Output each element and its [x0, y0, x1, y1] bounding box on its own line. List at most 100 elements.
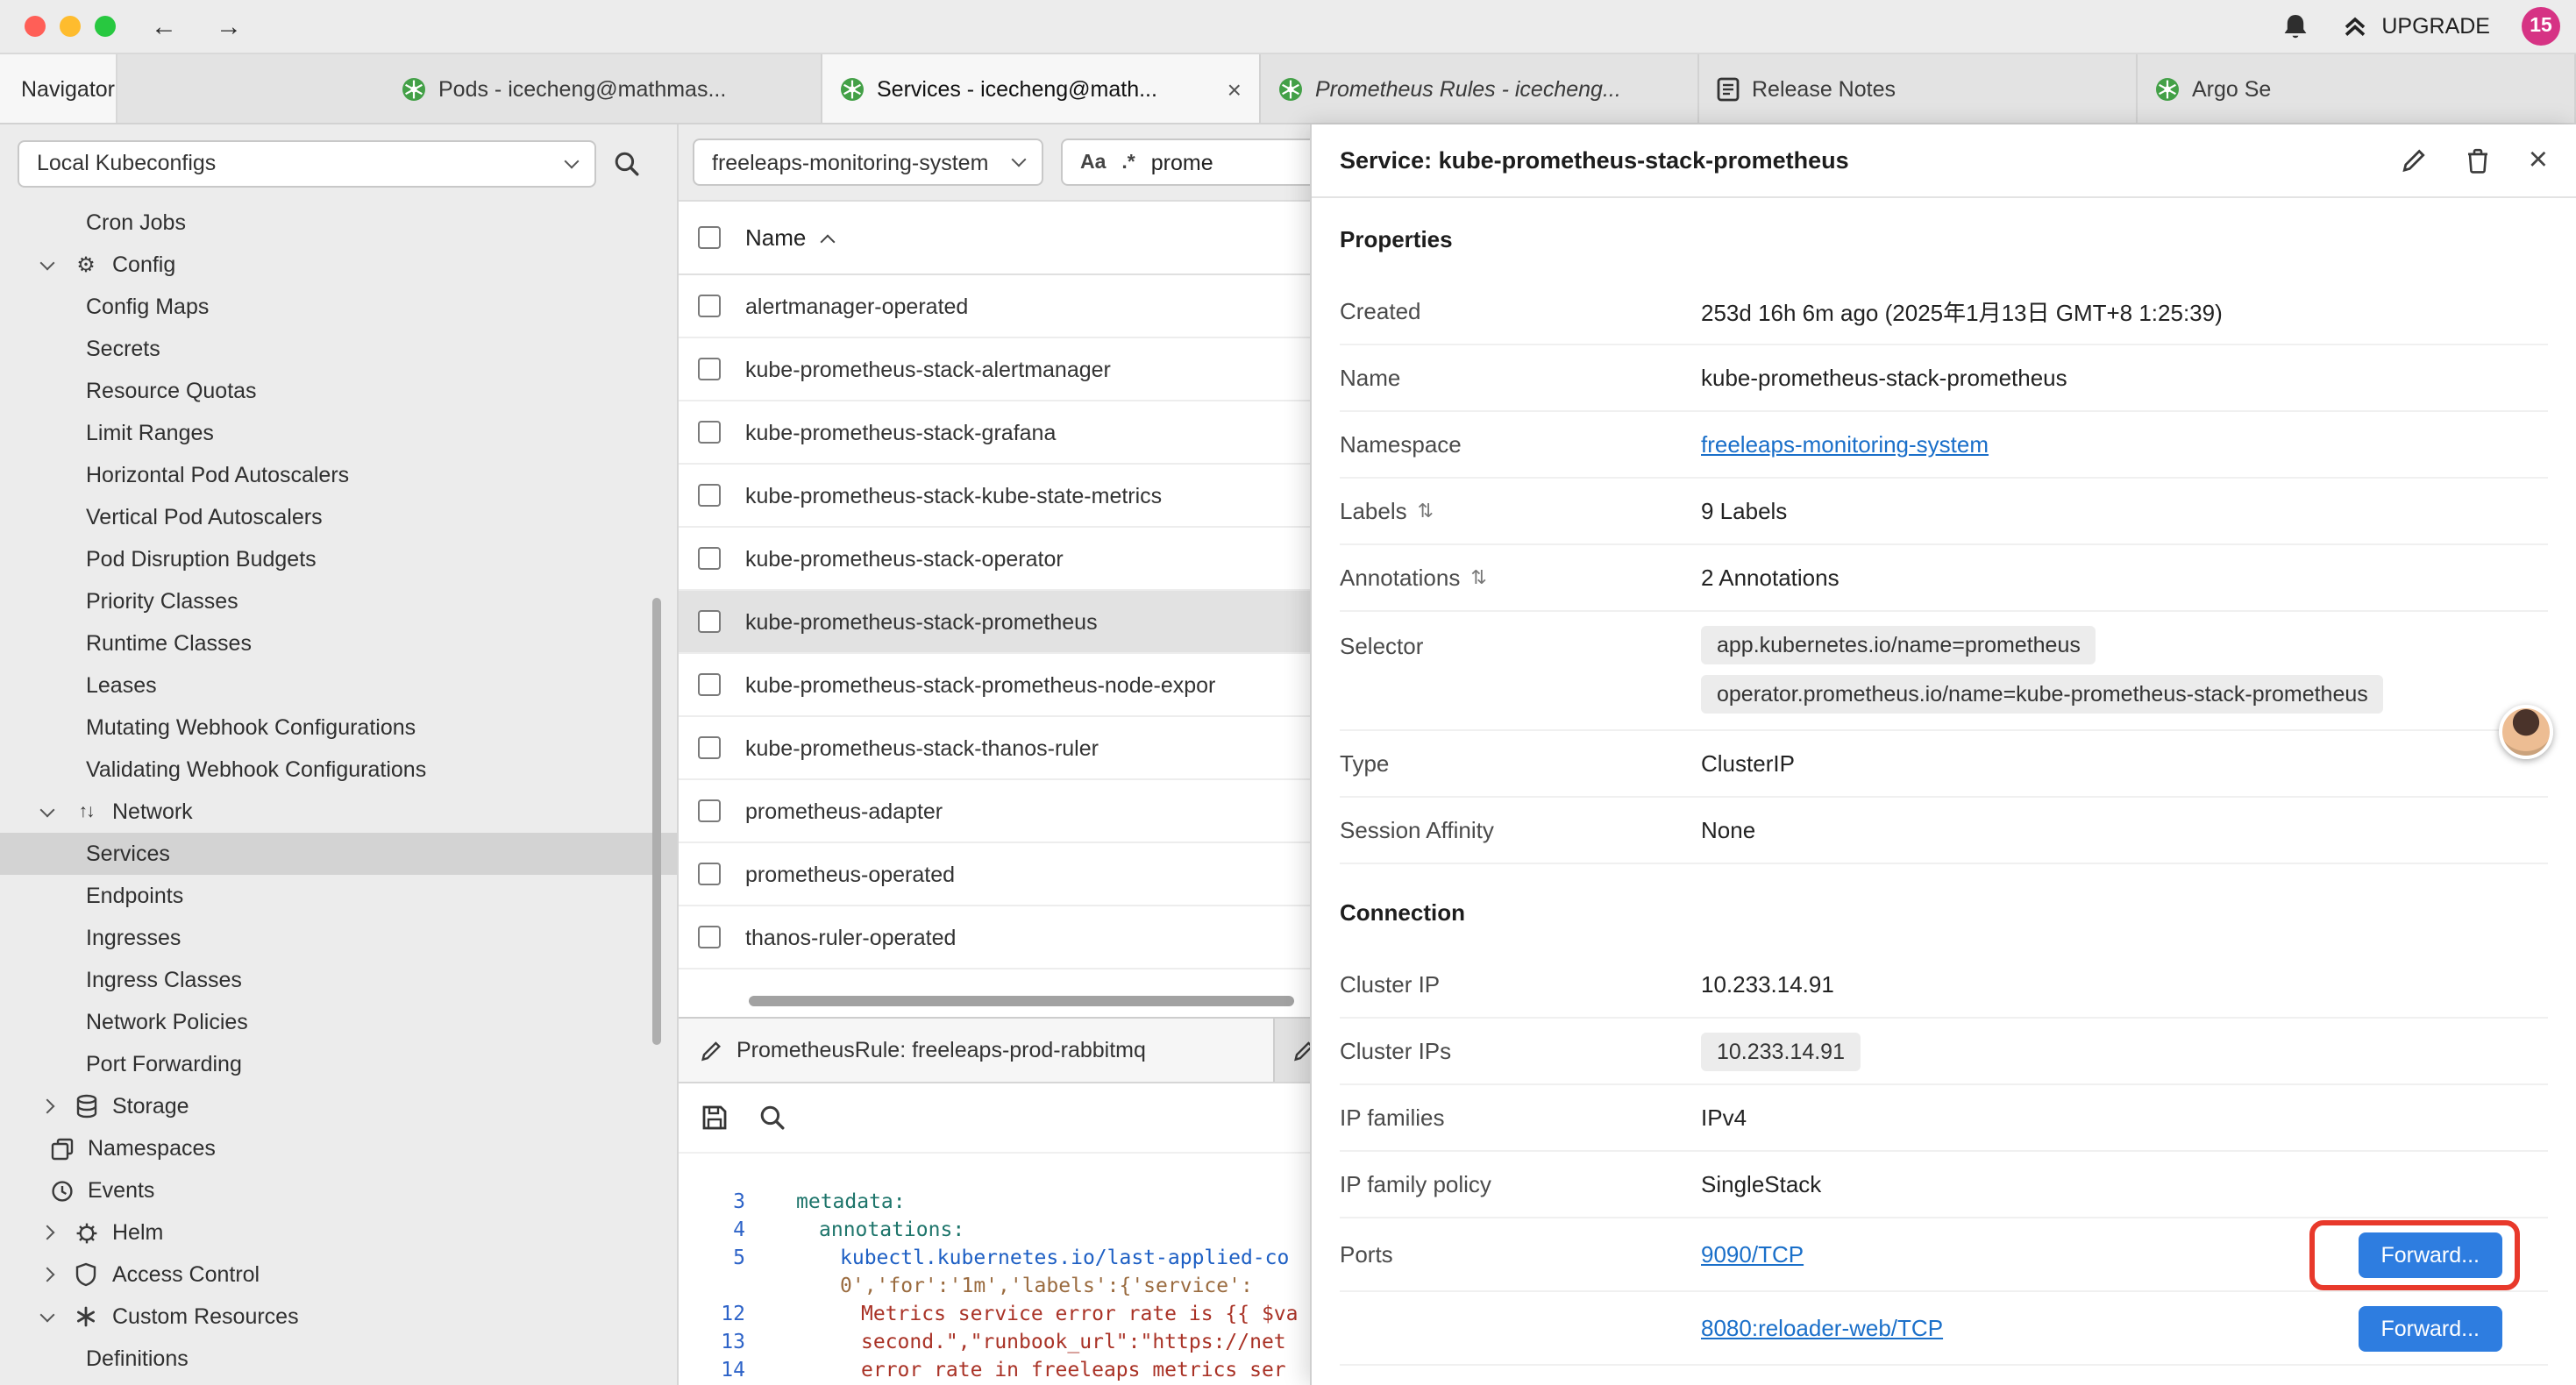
table-row[interactable]: kube-prometheus-stack-prometheus-node-ex…: [679, 654, 1310, 717]
close-tab-icon[interactable]: ×: [1228, 75, 1242, 103]
row-checkbox[interactable]: [698, 673, 721, 696]
sidebar-group-storage[interactable]: Storage: [0, 1085, 677, 1127]
back-icon[interactable]: ←: [151, 11, 177, 41]
row-checkbox[interactable]: [698, 547, 721, 570]
tab-prometheus-rules[interactable]: Prometheus Rules - icecheng...: [1261, 54, 1699, 123]
edit-icon[interactable]: [2401, 147, 2427, 174]
row-checkbox[interactable]: [698, 926, 721, 948]
tab-services[interactable]: Services - icecheng@math... ×: [822, 54, 1261, 123]
port-link[interactable]: 8080:reloader-web/TCP: [1701, 1315, 1943, 1341]
namespace-selector[interactable]: freeleaps-monitoring-system: [693, 138, 1043, 186]
sidebar-item-definitions[interactable]: Definitions: [0, 1338, 677, 1380]
sidebar-item-leases[interactable]: Leases: [0, 664, 677, 707]
property-label: Session Affinity: [1340, 817, 1701, 843]
match-case-toggle[interactable]: Aa: [1080, 152, 1106, 173]
user-avatar[interactable]: [2499, 705, 2553, 759]
table-row[interactable]: alertmanager-operated: [679, 275, 1310, 338]
sidebar-item-cron-jobs[interactable]: Cron Jobs: [0, 202, 677, 244]
sidebar-item-label: Port Forwarding: [86, 1052, 242, 1076]
table-row[interactable]: prometheus-adapter: [679, 780, 1310, 843]
sidebar-item-ingresses[interactable]: Ingresses: [0, 917, 677, 959]
search-input[interactable]: Aa .* prome: [1061, 138, 1310, 186]
sidebar-item-limit-ranges[interactable]: Limit Ranges: [0, 412, 677, 454]
upgrade-button[interactable]: UPGRADE: [2341, 12, 2490, 40]
tab-release-notes[interactable]: Release Notes: [1699, 54, 2138, 123]
search-icon[interactable]: [614, 150, 640, 176]
sidebar-item-label: Storage: [112, 1094, 189, 1119]
sidebar-group-custom-resources[interactable]: Custom Resources: [0, 1296, 677, 1338]
row-checkbox[interactable]: [698, 736, 721, 759]
sidebar-item-port-forwarding[interactable]: Port Forwarding: [0, 1043, 677, 1085]
namespace-link[interactable]: freeleaps-monitoring-system: [1701, 431, 1989, 458]
yaml-editor[interactable]: 3metadata: 4annotations: 5kubectl.kubern…: [679, 1154, 1310, 1383]
name-column-header[interactable]: Name: [745, 224, 806, 251]
sidebar-group-network[interactable]: ↑↓Network: [0, 791, 677, 833]
row-checkbox[interactable]: [698, 863, 721, 885]
search-icon[interactable]: [759, 1104, 786, 1131]
sidebar-item-ingress-classes[interactable]: Ingress Classes: [0, 959, 677, 1001]
sort-ascending-icon[interactable]: [820, 234, 835, 249]
screenshot-stage: ← → UPGRADE 15 Navigator Pods - icecheng…: [0, 0, 2576, 1385]
row-checkbox[interactable]: [698, 358, 721, 380]
tab-pods[interactable]: Pods - icecheng@mathmas...: [384, 54, 822, 123]
table-row[interactable]: kube-prometheus-stack-operator: [679, 528, 1310, 591]
minimize-window-button[interactable]: [60, 16, 81, 37]
sidebar-item-validating-webhook-configurations[interactable]: Validating Webhook Configurations: [0, 749, 677, 791]
navigator-tree: Cron Jobs ⚙Config Config Maps Secrets Re…: [0, 202, 677, 1380]
sidebar-item-priority-classes[interactable]: Priority Classes: [0, 580, 677, 622]
select-all-checkbox[interactable]: [698, 226, 721, 249]
sidebar-item-namespaces[interactable]: Namespaces: [0, 1127, 677, 1169]
sidebar-item-services[interactable]: Services: [0, 833, 677, 875]
sidebar-item-config-maps[interactable]: Config Maps: [0, 286, 677, 328]
notification-badge[interactable]: 15: [2522, 7, 2560, 46]
sidebar-item-label: Endpoints: [86, 884, 183, 908]
table-row[interactable]: prometheus-operated: [679, 843, 1310, 906]
sidebar-item-resource-quotas[interactable]: Resource Quotas: [0, 370, 677, 412]
forward-icon[interactable]: →: [216, 11, 242, 41]
sidebar-group-config[interactable]: ⚙Config: [0, 244, 677, 286]
close-icon[interactable]: ×: [2529, 144, 2548, 177]
table-row[interactable]: kube-prometheus-stack-grafana: [679, 401, 1310, 465]
navigator-panel-tab[interactable]: Navigator: [0, 54, 117, 123]
table-row[interactable]: kube-prometheus-stack-alertmanager: [679, 338, 1310, 401]
table-row[interactable]: kube-prometheus-stack-kube-state-metrics: [679, 465, 1310, 528]
sidebar-item-network-policies[interactable]: Network Policies: [0, 1001, 677, 1043]
sidebar-item-vertical-pod-autoscalers[interactable]: Vertical Pod Autoscalers: [0, 496, 677, 538]
row-checkbox[interactable]: [698, 295, 721, 317]
expand-toggle-icon[interactable]: ⇅: [1418, 500, 1434, 522]
row-checkbox[interactable]: [698, 484, 721, 507]
close-window-button[interactable]: [25, 16, 46, 37]
horizontal-scrollbar[interactable]: [749, 996, 1294, 1006]
maximize-window-button[interactable]: [95, 16, 116, 37]
sidebar-item-endpoints[interactable]: Endpoints: [0, 875, 677, 917]
sidebar-item-mutating-webhook-configurations[interactable]: Mutating Webhook Configurations: [0, 707, 677, 749]
sidebar-item-pod-disruption-budgets[interactable]: Pod Disruption Budgets: [0, 538, 677, 580]
forward-button[interactable]: Forward...: [2358, 1305, 2502, 1351]
delete-icon[interactable]: [2466, 147, 2490, 174]
row-checkbox[interactable]: [698, 799, 721, 822]
bell-icon[interactable]: [2281, 11, 2309, 41]
save-icon[interactable]: [701, 1104, 728, 1131]
sidebar-item-runtime-classes[interactable]: Runtime Classes: [0, 622, 677, 664]
sidebar-group-access-control[interactable]: Access Control: [0, 1254, 677, 1296]
port-link[interactable]: 9090/TCP: [1701, 1241, 1804, 1268]
service-name: alertmanager-operated: [745, 294, 968, 318]
kubeconfig-selector[interactable]: Local Kubeconfigs: [18, 139, 596, 187]
dock-tab-prometheusrule[interactable]: PrometheusRule: freeleaps-prod-rabbitmq: [679, 1019, 1275, 1082]
sidebar-item-events[interactable]: Events: [0, 1169, 677, 1211]
forward-button[interactable]: Forward...: [2358, 1232, 2502, 1277]
dock-tab-partial[interactable]: [1275, 1019, 1310, 1082]
table-row-selected[interactable]: kube-prometheus-stack-prometheus: [679, 591, 1310, 654]
search-value[interactable]: prome: [1151, 150, 1213, 174]
table-row[interactable]: thanos-ruler-operated: [679, 906, 1310, 970]
row-checkbox[interactable]: [698, 421, 721, 444]
row-checkbox[interactable]: [698, 610, 721, 633]
sidebar-item-secrets[interactable]: Secrets: [0, 328, 677, 370]
tab-argo[interactable]: Argo Se: [2138, 54, 2576, 123]
sidebar-group-helm[interactable]: Helm: [0, 1211, 677, 1254]
expand-toggle-icon[interactable]: ⇅: [1470, 566, 1486, 589]
regex-toggle[interactable]: .*: [1121, 152, 1135, 173]
sidebar-scrollbar[interactable]: [652, 598, 661, 1045]
table-row[interactable]: kube-prometheus-stack-thanos-ruler: [679, 717, 1310, 780]
sidebar-item-horizontal-pod-autoscalers[interactable]: Horizontal Pod Autoscalers: [0, 454, 677, 496]
